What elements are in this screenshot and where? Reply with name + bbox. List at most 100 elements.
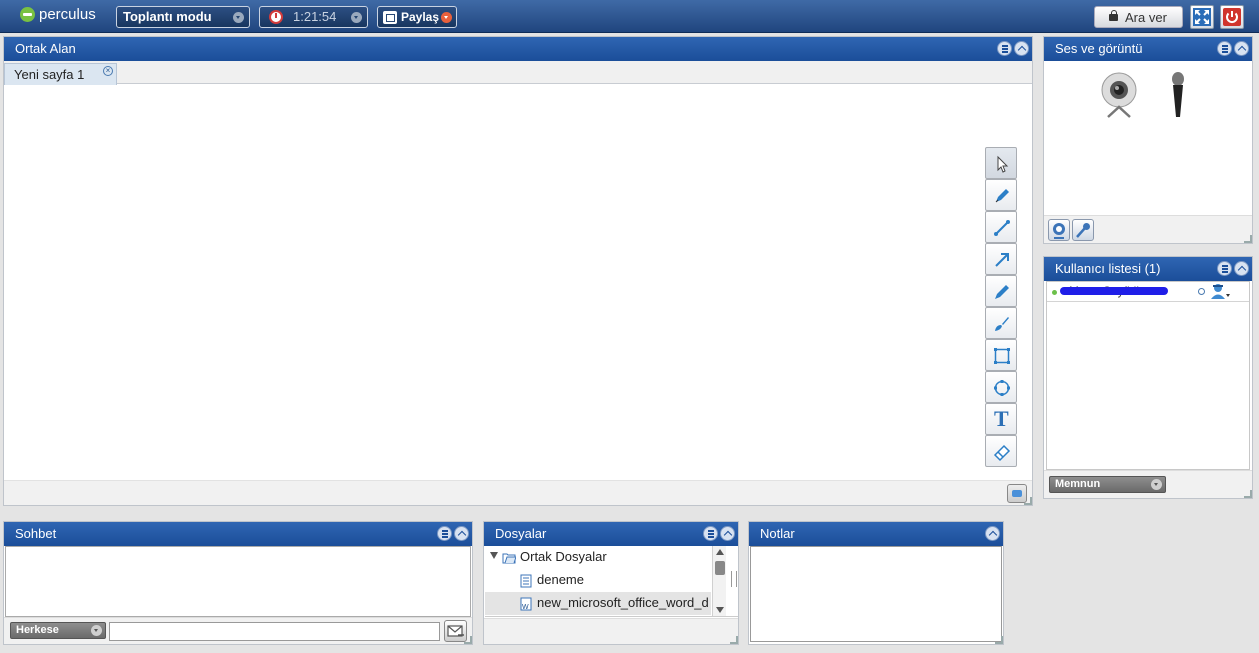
file-row[interactable]: deneme (485, 569, 711, 592)
whiteboard-title: Ortak Alan (15, 41, 76, 56)
notes-textarea[interactable] (750, 546, 1002, 642)
chevron-down-icon (441, 12, 452, 23)
perculus-logo: perculus (20, 6, 96, 23)
chat-messages (5, 546, 471, 617)
ellipse-icon (994, 380, 1010, 396)
file-scrollbar[interactable] (712, 546, 726, 616)
text-tool[interactable]: T (985, 403, 1017, 435)
collapse-icon[interactable] (720, 526, 735, 541)
webcam-microphone-illustration (1101, 72, 1184, 118)
microphone-toggle-button[interactable] (1072, 219, 1094, 241)
file-name: deneme (537, 572, 584, 587)
panel-menu-icon[interactable] (703, 526, 718, 541)
power-icon (1223, 8, 1241, 26)
expand-triangle-icon[interactable] (490, 552, 498, 559)
logo-mark-icon (20, 7, 35, 22)
whiteboard-footer (4, 480, 1032, 505)
resize-handle[interactable] (1024, 497, 1032, 505)
logo-text: perculus (39, 6, 96, 23)
panel-menu-icon[interactable] (1217, 41, 1232, 56)
user-list-footer: Memnun (1044, 470, 1252, 498)
brush-tool[interactable] (985, 307, 1017, 339)
line-icon (994, 220, 1010, 236)
break-label: Ara ver (1125, 10, 1167, 25)
scroll-down-icon[interactable] (716, 607, 724, 613)
audio-video-footer (1044, 215, 1252, 243)
share-label: Paylaş (401, 10, 440, 24)
resize-handle[interactable] (730, 636, 738, 644)
tab-label: Yeni sayfa 1 (14, 67, 85, 82)
chat-footer: Herkese (4, 617, 472, 644)
panel-menu-icon[interactable] (1217, 261, 1232, 276)
chevron-down-icon (233, 12, 244, 23)
rectangle-tool[interactable] (985, 339, 1017, 371)
folder-name: Ortak Dosyalar (520, 549, 607, 564)
page-tabs: Yeni sayfa 1 × (4, 61, 1032, 85)
panel-menu-icon[interactable] (437, 526, 452, 541)
user-row[interactable]: Murat Soyfidit (1047, 282, 1249, 302)
collapse-icon[interactable] (1234, 41, 1249, 56)
audio-video-panel: Ses ve görüntü (1043, 36, 1253, 244)
panel-menu-icon[interactable] (997, 41, 1012, 56)
webcam-toggle-button[interactable] (1048, 219, 1070, 241)
files-panel: Dosyalar Ortak Dosyalar deneme W new_mic… (483, 521, 739, 645)
pointer-tool[interactable] (985, 147, 1017, 179)
collapse-icon[interactable] (1234, 261, 1249, 276)
collapse-icon[interactable] (985, 526, 1000, 541)
share-button[interactable]: Paylaş (377, 6, 457, 28)
collapse-icon[interactable] (454, 526, 469, 541)
user-list-panel: Kullanıcı listesi (1) Murat Soyfidit Mem… (1043, 256, 1253, 499)
resize-handle[interactable] (995, 636, 1003, 644)
share-screen-icon (383, 11, 397, 24)
splitter-handle[interactable] (731, 571, 737, 587)
online-status-icon (1052, 290, 1057, 295)
notes-title: Notlar (760, 526, 795, 541)
mood-select-value: Memnun (1055, 478, 1101, 490)
audio-video-header: Ses ve görüntü (1044, 37, 1252, 61)
notes-panel: Notlar (748, 521, 1004, 645)
resize-handle[interactable] (464, 636, 472, 644)
collapse-icon[interactable] (1014, 41, 1029, 56)
redaction-mark (1060, 287, 1168, 295)
chat-panel: Sohbet Herkese (3, 521, 473, 645)
whiteboard-canvas[interactable] (4, 85, 1032, 481)
chat-header: Sohbet (4, 522, 472, 546)
file-row[interactable]: W new_microsoft_office_word_d (485, 592, 711, 615)
exit-button[interactable] (1220, 5, 1244, 29)
user-list: Murat Soyfidit (1046, 281, 1250, 470)
scroll-up-icon[interactable] (716, 549, 724, 555)
arrow-tool[interactable] (985, 243, 1017, 275)
pen-tool[interactable] (985, 179, 1017, 211)
microphone-icon (1076, 223, 1090, 238)
scroll-thumb[interactable] (715, 561, 725, 575)
mood-select[interactable]: Memnun (1049, 476, 1166, 493)
eraser-tool[interactable] (985, 435, 1017, 467)
timer-value: 1:21:54 (293, 9, 337, 24)
resize-handle[interactable] (1244, 235, 1252, 243)
mode-select[interactable]: Toplantı modu (116, 6, 250, 28)
recipient-select[interactable]: Herkese (10, 622, 106, 639)
mode-select-value: Toplantı modu (123, 9, 212, 24)
chat-input[interactable] (109, 622, 440, 641)
chevron-down-icon (351, 12, 362, 23)
break-button[interactable]: Ara ver (1094, 6, 1183, 28)
chevron-down-icon (91, 625, 102, 636)
timer-select[interactable]: 1:21:54 (259, 6, 368, 28)
ellipse-tool[interactable] (985, 371, 1017, 403)
fullscreen-button[interactable] (1190, 5, 1214, 29)
top-bar: perculus Toplantı modu 1:21:54 Paylaş Ar… (0, 0, 1259, 33)
close-icon[interactable]: × (103, 66, 113, 76)
files-header: Dosyalar (484, 522, 738, 546)
eraser-icon (993, 444, 1011, 462)
document-icon (520, 574, 532, 588)
moderator-icon[interactable] (1210, 283, 1232, 300)
marker-tool[interactable] (985, 275, 1017, 307)
resize-handle[interactable] (1244, 490, 1252, 498)
tab-yeni-sayfa-1[interactable]: Yeni sayfa 1 × (4, 63, 117, 85)
rectangle-icon (994, 348, 1010, 364)
folder-row[interactable]: Ortak Dosyalar (485, 546, 711, 569)
file-tree: Ortak Dosyalar deneme W new_microsoft_of… (485, 546, 738, 617)
word-document-icon: W (520, 597, 532, 611)
recipient-select-value: Herkese (16, 624, 59, 636)
line-tool[interactable] (985, 211, 1017, 243)
